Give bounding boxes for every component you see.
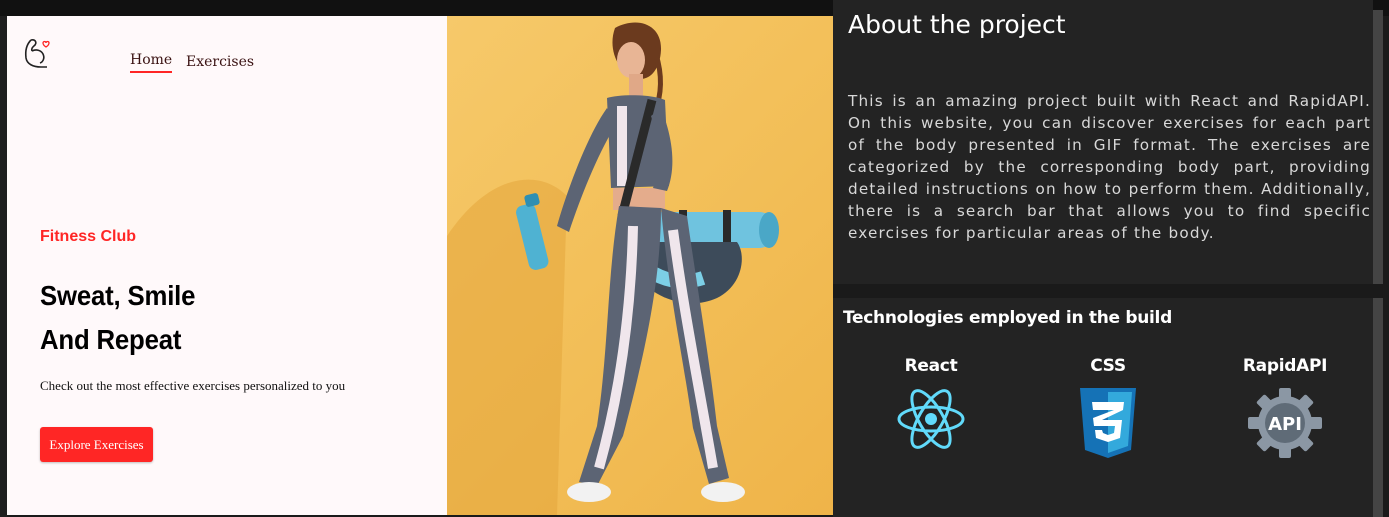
css3-icon	[1080, 388, 1136, 458]
hero-headline: Sweat, Smile And Repeat	[40, 274, 209, 362]
hero-banner-image	[447, 16, 833, 515]
about-panel-shadow	[1373, 10, 1383, 284]
tech-item-react: React	[876, 356, 986, 452]
about-description: This is an amazing project built with Re…	[848, 92, 1371, 242]
athlete-illustration	[447, 22, 779, 515]
api-badge-text: API	[1268, 414, 1302, 435]
hero-section: Home Exercises Fitness Club Sweat, Smile…	[7, 16, 447, 515]
headline-line-1: Sweat, Smile	[40, 280, 196, 311]
hero-subtitle: Check out the most effective exercises p…	[40, 378, 346, 393]
about-panel: About the project This is an amazing pro…	[833, 0, 1373, 284]
api-gear-icon: API	[1248, 388, 1322, 458]
technologies-title: Technologies employed in the build	[843, 308, 1172, 328]
explore-exercises-button[interactable]: Explore Exercises	[40, 427, 153, 462]
headline-line-2: And Repeat	[40, 324, 182, 355]
tech-label-react: React	[904, 356, 958, 376]
tech-label-rapidapi: RapidAPI	[1242, 356, 1328, 376]
window-left-edge	[0, 16, 7, 517]
tech-item-rapidapi: RapidAPI API	[1230, 356, 1340, 460]
hero-eyebrow: Fitness Club	[40, 228, 137, 245]
react-icon	[897, 389, 965, 449]
nav-exercises-link[interactable]: Exercises	[186, 54, 254, 70]
logo-icon[interactable]	[23, 36, 53, 70]
tech-item-css: CSS	[1053, 356, 1163, 460]
nav-home-link[interactable]: Home	[130, 52, 173, 73]
tech-label-css: CSS	[1090, 356, 1126, 376]
technologies-panel-shadow	[1373, 298, 1383, 517]
technologies-panel: Technologies employed in the build React…	[833, 298, 1373, 517]
about-title: About the project	[848, 10, 1066, 39]
